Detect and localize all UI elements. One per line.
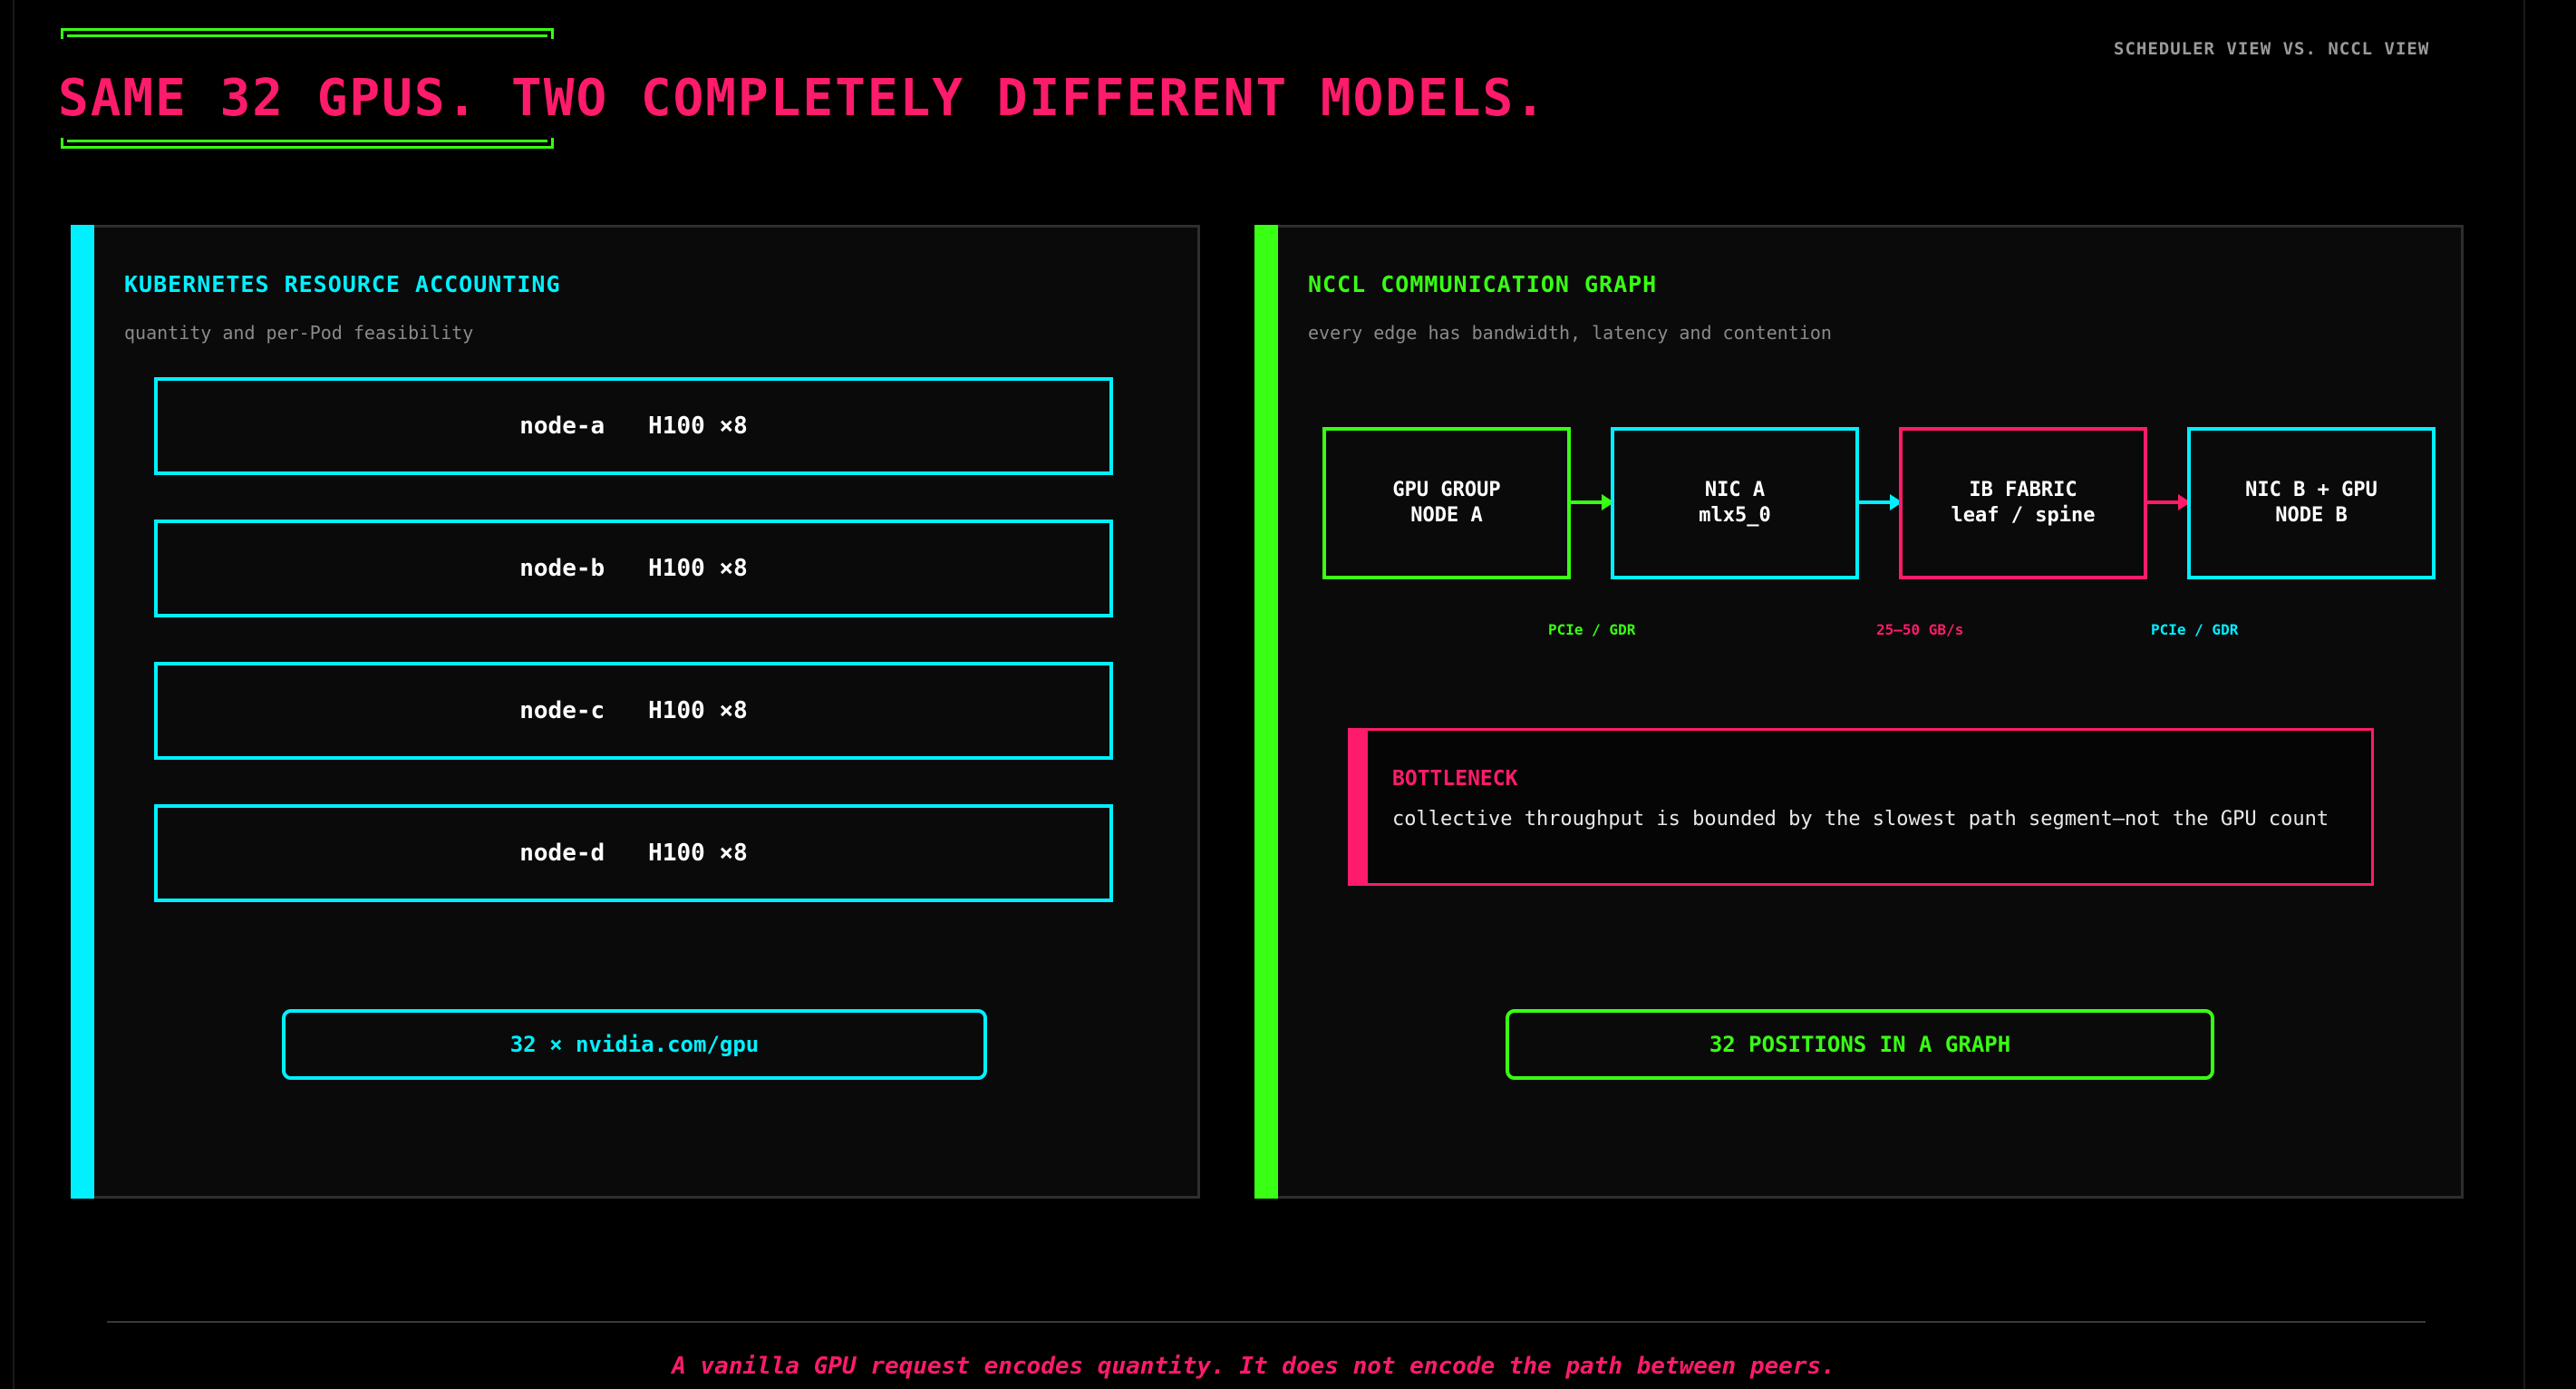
callout-title: BOTTLENECK: [1392, 767, 1518, 791]
node-row: node-c H100 ×8: [154, 662, 1113, 760]
nccl-panel: NCCL COMMUNICATION GRAPH every edge has …: [1254, 225, 2464, 1199]
view-label: SCHEDULER VIEW VS. NCCL VIEW: [2114, 39, 2430, 59]
panel-accent-bar: [71, 225, 94, 1199]
graph-node-line: mlx5_0: [1699, 504, 1771, 527]
node-gpus: H100 ×8: [648, 697, 748, 724]
graph-edge-arrow: [1859, 494, 1903, 510]
kubernetes-panel: KUBERNETES RESOURCE ACCOUNTING quantity …: [71, 225, 1200, 1199]
node-row: node-d H100 ×8: [154, 804, 1113, 902]
node-name: node-b: [519, 555, 605, 582]
graph-node-nic-b-gpu: NIC B + GPU NODE B: [2187, 427, 2436, 579]
title-bracket-bottom: [61, 138, 554, 149]
graph-node-line: NIC B + GPU: [2245, 479, 2377, 501]
node-name: node-a: [519, 413, 605, 440]
panel-subtitle: quantity and per-Pod feasibility: [124, 322, 474, 344]
node-name: node-c: [519, 697, 605, 724]
graph-node-line: NODE A: [1410, 504, 1483, 527]
frame-line-right: [2523, 0, 2525, 1389]
graph-node-line: NIC A: [1704, 479, 1766, 501]
graph-positions-summary: 32 POSITIONS IN A GRAPH: [1506, 1009, 2214, 1080]
panel-title: NCCL COMMUNICATION GRAPH: [1308, 271, 1658, 297]
title-bracket-top: [61, 28, 554, 39]
graph-node-line: GPU GROUP: [1392, 479, 1501, 501]
node-gpus: H100 ×8: [648, 555, 748, 582]
frame-line-left: [13, 0, 15, 1389]
panel-title: KUBERNETES RESOURCE ACCOUNTING: [124, 271, 561, 297]
node-row: node-a H100 ×8: [154, 377, 1113, 475]
node-name: node-d: [519, 840, 605, 867]
callout-accent-bar: [1348, 728, 1368, 886]
footer-divider: [107, 1321, 2426, 1323]
node-row: node-b H100 ×8: [154, 520, 1113, 617]
edge-label: 25–50 GB/s: [1876, 621, 1964, 638]
panel-accent-bar: [1254, 225, 1278, 1199]
panel-subtitle: every edge has bandwidth, latency and co…: [1308, 322, 1832, 344]
graph-node-ib-fabric: IB FABRIC leaf / spine: [1899, 427, 2147, 579]
callout-text: collective throughput is bounded by the …: [1392, 808, 2329, 830]
page-title: SAME 32 GPUS. TWO COMPLETELY DIFFERENT M…: [58, 69, 1547, 128]
edge-label: PCIe / GDR: [2151, 621, 2239, 638]
footer-note: A vanilla GPU request encodes quantity. …: [672, 1353, 1835, 1380]
graph-node-line: NODE B: [2275, 504, 2348, 527]
node-gpus: H100 ×8: [648, 840, 748, 867]
graph-edge-arrow: [1571, 494, 1614, 510]
node-gpus: H100 ×8: [648, 413, 748, 440]
graph-edge-arrow: [2147, 494, 2191, 510]
graph-node-line: IB FABRIC: [1969, 479, 2077, 501]
bottleneck-callout: BOTTLENECK collective throughput is boun…: [1348, 728, 2374, 886]
graph-node-nic-a: NIC A mlx5_0: [1611, 427, 1859, 579]
edge-label: PCIe / GDR: [1548, 621, 1636, 638]
gpu-quantity-summary: 32 × nvidia.com/gpu: [282, 1009, 987, 1080]
graph-node-gpu-group: GPU GROUP NODE A: [1322, 427, 1571, 579]
graph-node-line: leaf / spine: [1951, 504, 2096, 527]
